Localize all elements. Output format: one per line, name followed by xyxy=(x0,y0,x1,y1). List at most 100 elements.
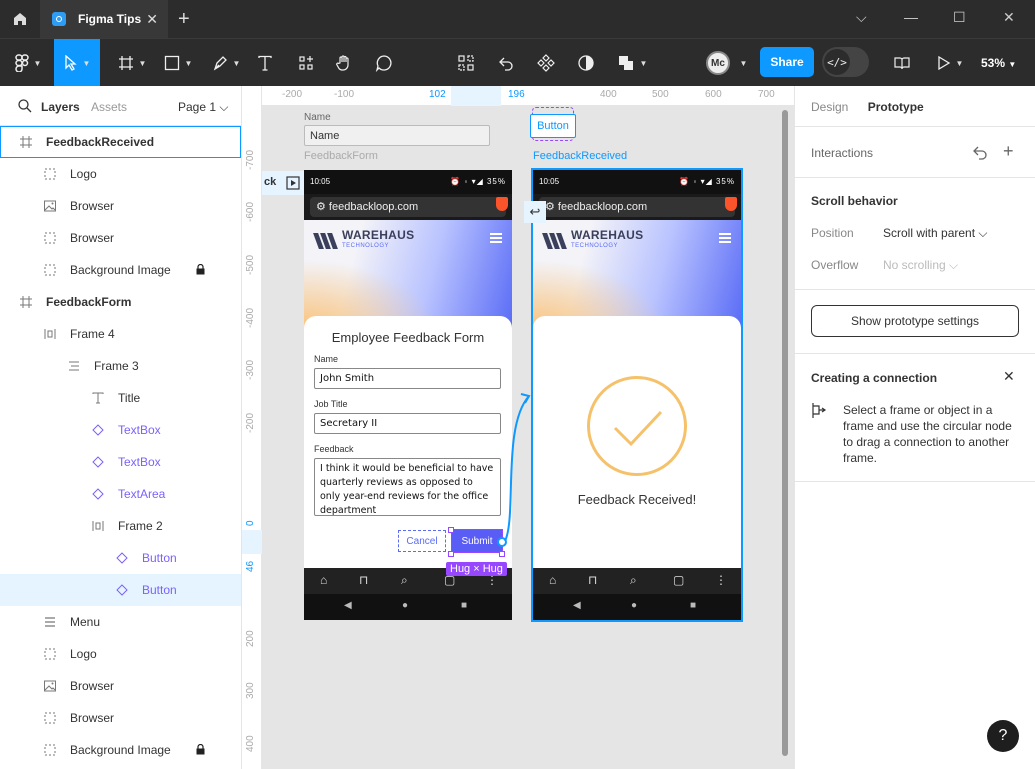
status-bar: 10:05 ⏰ ◦ ▾◢ 35% xyxy=(304,170,512,194)
layer-row[interactable]: FeedbackForm xyxy=(0,286,241,318)
submit-button[interactable]: Submit xyxy=(451,529,503,553)
zoom-level[interactable]: 53% ▼ xyxy=(981,56,1016,70)
layer-row[interactable]: Frame 4 xyxy=(0,318,241,350)
page-selector[interactable]: Page 1 ⌵ xyxy=(178,100,228,115)
mask-button[interactable] xyxy=(572,39,600,87)
layer-row[interactable]: Browser xyxy=(0,702,241,734)
component-button[interactable] xyxy=(532,39,560,87)
close-tab-icon[interactable]: ✕ xyxy=(146,11,158,28)
layer-row[interactable]: Button xyxy=(0,542,241,574)
library-button[interactable] xyxy=(888,39,916,87)
present-button[interactable]: ▼ xyxy=(932,39,968,87)
comment-tool-button[interactable] xyxy=(370,39,398,87)
recents-square-icon: ■ xyxy=(461,600,468,611)
assets-tab[interactable]: Assets xyxy=(91,100,127,114)
boolean-button[interactable]: ▼ xyxy=(612,39,652,87)
main-menu-button[interactable]: ▼ xyxy=(8,39,48,87)
layer-label: Browser xyxy=(70,679,115,693)
dev-mode-toggle[interactable]: </> xyxy=(822,47,869,77)
avatar-menu-button[interactable]: ▼ xyxy=(734,39,748,87)
prototype-tab[interactable]: Prototype xyxy=(868,100,924,114)
name-input[interactable]: John Smith xyxy=(314,368,501,389)
help-button[interactable]: ? xyxy=(987,720,1019,752)
text-icon xyxy=(90,390,106,406)
ruler-tick: -600 xyxy=(245,201,256,222)
share-button[interactable]: Share xyxy=(760,47,814,77)
layer-row[interactable]: Menu xyxy=(0,606,241,638)
group-icon xyxy=(42,710,58,726)
lock-icon[interactable] xyxy=(196,743,205,758)
minimize-button[interactable]: — xyxy=(904,9,918,25)
maximize-button[interactable]: ☐ xyxy=(953,9,966,26)
feedback-received-frame[interactable]: 10:05 ⏰ ◦ ▾◢ 35% ⚙ feedbackloop.com WARE… xyxy=(531,168,743,622)
cursor-icon xyxy=(64,55,77,71)
feedback-textarea[interactable]: I think it would be beneficial to have q… xyxy=(314,458,501,516)
layer-row[interactable]: Browser xyxy=(0,670,241,702)
ruler-tick: -700 xyxy=(245,149,256,170)
ruler-tick: 600 xyxy=(705,89,722,100)
show-prototype-settings-button[interactable]: Show prototype settings xyxy=(811,305,1019,337)
layer-row[interactable]: Browser xyxy=(0,190,241,222)
position-select[interactable]: Scroll with parent ⌵ xyxy=(883,226,987,241)
avatar[interactable]: Mc xyxy=(706,51,730,75)
layer-row[interactable]: Background Image xyxy=(0,254,241,286)
new-tab-button[interactable]: + xyxy=(178,8,190,31)
resize-handle[interactable] xyxy=(448,551,454,557)
job-title-input[interactable]: Secretary II xyxy=(314,413,501,434)
design-tab[interactable]: Design xyxy=(811,100,848,114)
file-tab[interactable]: Figma Tips ✕ xyxy=(40,0,168,38)
layer-row[interactable]: TextBox xyxy=(0,446,241,478)
frame-icon xyxy=(18,294,34,310)
cancel-button[interactable]: Cancel xyxy=(398,530,446,552)
layer-row[interactable]: Frame 3 xyxy=(0,350,241,382)
resize-handle[interactable] xyxy=(499,551,505,557)
back-arrow-icon[interactable]: ↩ xyxy=(524,201,546,223)
frame-name-feedbackreceived[interactable]: FeedbackReceived xyxy=(533,150,627,162)
resize-handle[interactable] xyxy=(448,527,454,533)
home-button[interactable] xyxy=(0,0,40,38)
text-tool-button[interactable] xyxy=(252,39,278,87)
pen-icon xyxy=(213,56,227,71)
hand-tool-button[interactable] xyxy=(330,39,358,87)
layer-row[interactable]: Browser xyxy=(0,222,241,254)
layer-row[interactable]: FeedbackReceived xyxy=(0,126,241,158)
group-icon xyxy=(42,166,58,182)
reset-instance-button[interactable] xyxy=(492,39,520,87)
play-frame-icon[interactable] xyxy=(286,176,300,190)
frame-tool-button[interactable]: ▼ xyxy=(112,39,152,87)
layers-tab[interactable]: Layers xyxy=(41,100,80,114)
resources-button[interactable] xyxy=(292,39,320,87)
layer-row[interactable]: Button xyxy=(0,574,241,606)
layer-row[interactable]: Logo xyxy=(0,158,241,190)
pen-tool-button[interactable]: ▼ xyxy=(206,39,246,87)
autolayout-horizontal-icon xyxy=(90,518,106,534)
search-icon[interactable] xyxy=(18,99,32,113)
move-tool-button[interactable]: ▼ xyxy=(54,39,100,87)
chevron-down-icon: ▼ xyxy=(33,58,42,68)
tab-bar: Figma Tips ✕ + ⌵ — ☐ ✕ xyxy=(0,0,1035,38)
add-interaction-icon[interactable]: + xyxy=(1003,141,1014,162)
shape-tool-button[interactable]: ▼ xyxy=(158,39,198,87)
close-icon[interactable]: ✕ xyxy=(1003,368,1015,385)
layer-row[interactable]: Frame 2 xyxy=(0,510,241,542)
layer-row[interactable]: TextBox xyxy=(0,414,241,446)
feedback-form-frame[interactable]: 10:05 ⏰ ◦ ▾◢ 35% ⚙ feedbackloop.com WARE… xyxy=(304,170,512,620)
layer-row[interactable]: Title xyxy=(0,382,241,414)
layout-grid-button[interactable] xyxy=(452,39,480,87)
name-component[interactable]: Name xyxy=(304,125,490,146)
canvas-scrollbar[interactable] xyxy=(782,110,788,756)
canvas[interactable]: -200 -100 102 196 400 500 600 700 -700 -… xyxy=(242,86,794,769)
button-component[interactable]: Button xyxy=(530,107,576,141)
layer-row[interactable]: Background Image xyxy=(0,734,241,766)
prototype-connection-arrow[interactable] xyxy=(497,386,537,546)
overflow-select[interactable]: No scrolling ⌵ xyxy=(883,258,958,273)
chevron-down-icon[interactable]: ⌵ xyxy=(856,9,867,26)
interaction-back-icon[interactable] xyxy=(971,143,989,161)
undo-arrow-icon xyxy=(499,57,513,71)
frame-name-feedbackform[interactable]: FeedbackForm xyxy=(304,150,378,162)
layer-row[interactable]: Logo xyxy=(0,638,241,670)
layer-row[interactable]: TextArea xyxy=(0,478,241,510)
lock-icon[interactable] xyxy=(196,263,205,278)
ruler-tick: -200 xyxy=(282,89,303,100)
close-window-button[interactable]: ✕ xyxy=(1003,9,1015,26)
